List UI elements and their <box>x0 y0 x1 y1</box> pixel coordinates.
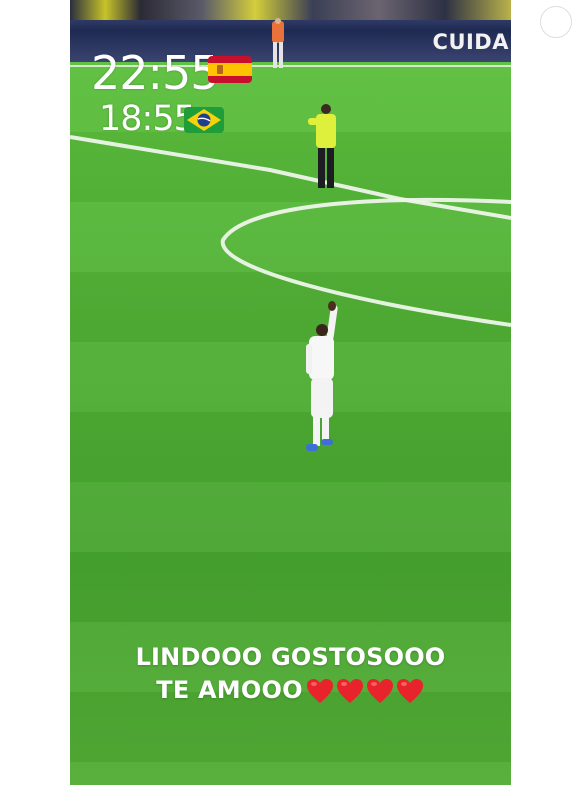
hearts-group <box>305 676 425 704</box>
watermark-logo-icon <box>540 6 572 38</box>
steward-background-figure <box>272 18 284 68</box>
heart-icon <box>306 679 333 703</box>
heart-icon <box>396 679 423 703</box>
brazil-time-label: 18:55 <box>99 99 196 139</box>
brazil-flag-icon <box>184 107 224 133</box>
spain-time-label: 22:55 <box>91 46 220 100</box>
story-frame: CUIDA 22:55 18:55 LINDOOO GOSTOSOOO TE A… <box>70 0 511 785</box>
caption-line-2: TE AMOOO <box>70 675 511 704</box>
caption-line-2-text: TE AMOOO <box>156 676 303 704</box>
player-figure <box>306 301 338 451</box>
heart-icon <box>366 679 393 703</box>
steward-figure <box>308 104 336 188</box>
heart-icon <box>336 679 363 703</box>
caption-line-1: LINDOOO GOSTOSOOO <box>135 643 446 671</box>
spain-flag-icon <box>208 56 252 83</box>
